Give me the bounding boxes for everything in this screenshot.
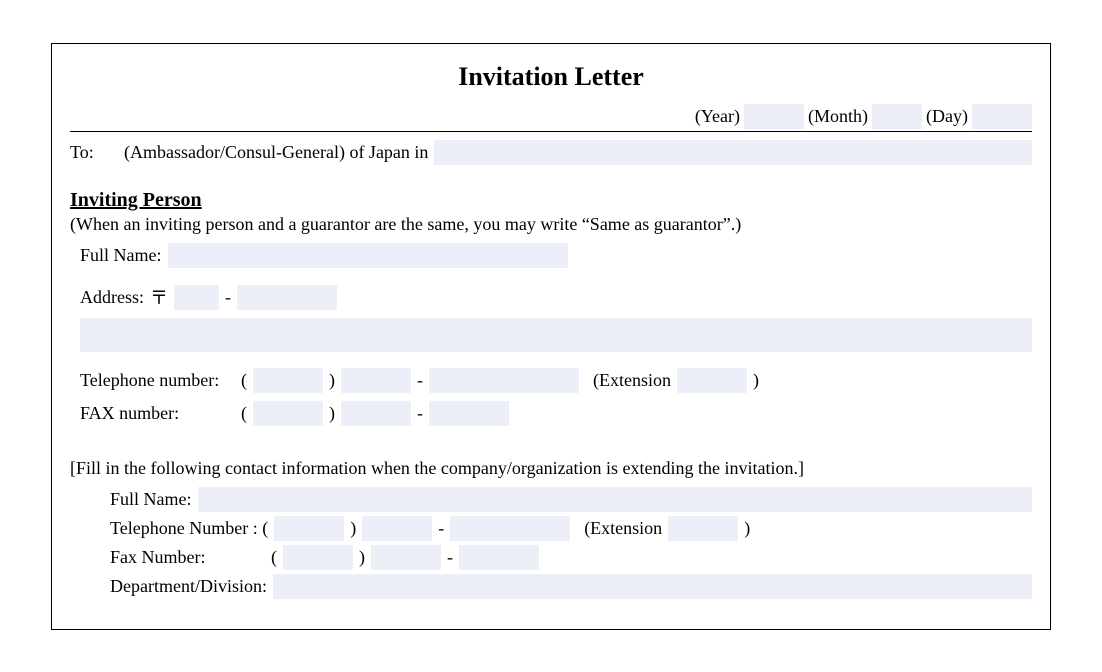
fax-part1-input[interactable] — [341, 401, 411, 426]
year-label: (Year) — [695, 106, 740, 127]
tel-part2-input[interactable] — [429, 368, 579, 393]
fax-dash: - — [417, 403, 423, 424]
org-ext-close: ) — [744, 518, 750, 539]
tel-area-input[interactable] — [253, 368, 323, 393]
org-dept-input[interactable] — [273, 574, 1032, 599]
org-fax-dash: - — [447, 547, 453, 568]
org-fax-part1-input[interactable] — [371, 545, 441, 570]
org-tel-dash: - — [438, 518, 444, 539]
org-name-label: Full Name: — [110, 489, 192, 510]
fax-paren-close: ) — [329, 403, 335, 424]
postal-mark: 〒 — [150, 284, 168, 310]
org-dept-row: Department/Division: — [110, 574, 1032, 599]
document-page: Invitation Letter (Year) (Month) (Day) T… — [51, 43, 1051, 630]
org-tel-part1-input[interactable] — [362, 516, 432, 541]
org-fax-paren-close: ) — [359, 547, 365, 568]
month-input[interactable] — [872, 104, 922, 129]
address-full-input[interactable] — [80, 318, 1032, 352]
address-full-row — [80, 318, 1032, 352]
day-input[interactable] — [972, 104, 1032, 129]
to-text: (Ambassador/Consul-General) of Japan in — [124, 142, 428, 163]
postal-dash: - — [225, 287, 231, 308]
to-row: To: (Ambassador/Consul-General) of Japan… — [70, 140, 1032, 165]
tel-paren-open: ( — [241, 370, 247, 391]
org-fax-label: Fax Number: — [110, 547, 265, 568]
full-name-input[interactable] — [168, 243, 568, 268]
org-fax-paren-open: ( — [271, 547, 277, 568]
full-name-row: Full Name: — [80, 243, 1032, 268]
address-label: Address: — [80, 287, 144, 308]
org-fax-part2-input[interactable] — [459, 545, 539, 570]
tel-paren-close: ) — [329, 370, 335, 391]
ext-close: ) — [753, 370, 759, 391]
month-label: (Month) — [808, 106, 868, 127]
org-tel-part2-input[interactable] — [450, 516, 570, 541]
org-tel-paren-close: ) — [350, 518, 356, 539]
full-name-label: Full Name: — [80, 245, 162, 266]
org-name-input[interactable] — [198, 487, 1033, 512]
tel-label: Telephone number: — [80, 370, 235, 391]
tel-dash: - — [417, 370, 423, 391]
org-name-row: Full Name: — [110, 487, 1032, 512]
ext-label: (Extension — [593, 370, 671, 391]
page-title: Invitation Letter — [70, 62, 1032, 92]
fax-part2-input[interactable] — [429, 401, 509, 426]
org-dept-label: Department/Division: — [110, 576, 267, 597]
ext-input[interactable] — [677, 368, 747, 393]
org-fax-row: Fax Number: ( ) - — [110, 545, 1032, 570]
tel-part1-input[interactable] — [341, 368, 411, 393]
org-instruction: [Fill in the following contact informati… — [70, 458, 1032, 479]
day-label: (Day) — [926, 106, 968, 127]
address-row: Address: 〒 - — [80, 284, 1032, 310]
fax-area-input[interactable] — [253, 401, 323, 426]
org-tel-row: Telephone Number : ( ) - (Extension ) — [110, 516, 1032, 541]
tel-row: Telephone number: ( ) - (Extension ) — [80, 368, 1032, 393]
postal-2-input[interactable] — [237, 285, 337, 310]
section-heading: Inviting Person — [70, 189, 1032, 212]
org-tel-area-input[interactable] — [274, 516, 344, 541]
org-ext-input[interactable] — [668, 516, 738, 541]
year-input[interactable] — [744, 104, 804, 129]
postal-1-input[interactable] — [174, 285, 219, 310]
to-location-input[interactable] — [434, 140, 1032, 165]
fax-label: FAX number: — [80, 403, 235, 424]
section-note: (When an inviting person and a guarantor… — [70, 214, 1032, 235]
fax-paren-open: ( — [241, 403, 247, 424]
fax-row: FAX number: ( ) - — [80, 401, 1032, 426]
to-label: To: — [70, 142, 118, 163]
org-ext-label: (Extension — [584, 518, 662, 539]
org-tel-label: Telephone Number : ( — [110, 518, 268, 539]
date-row: (Year) (Month) (Day) — [70, 104, 1032, 132]
org-fax-area-input[interactable] — [283, 545, 353, 570]
